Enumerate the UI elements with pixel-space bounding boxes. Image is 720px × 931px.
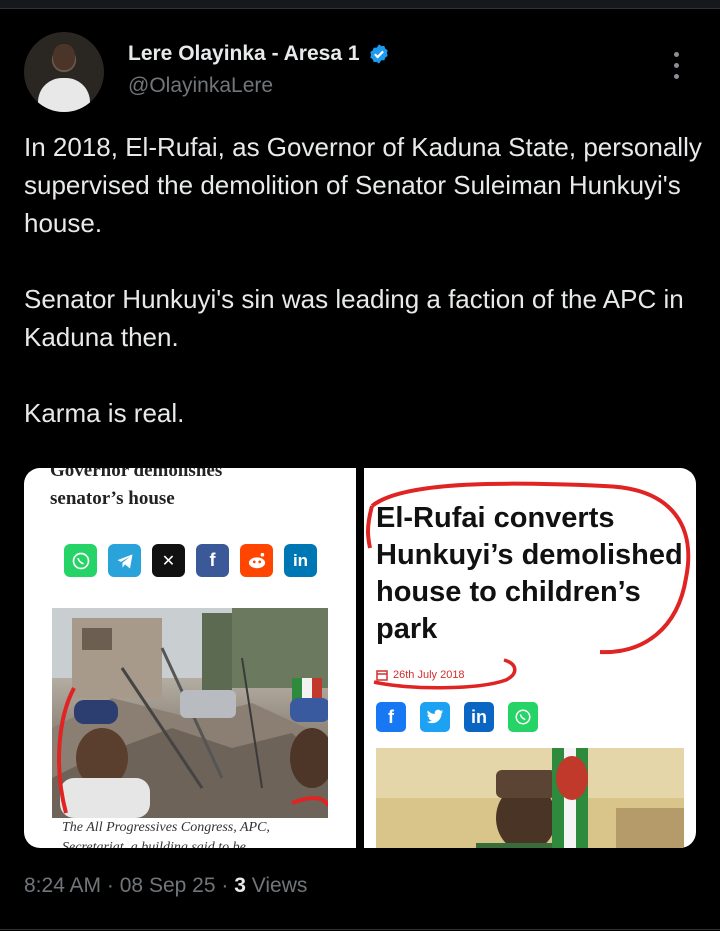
- photo-caption: The All Progressives Congress, APC, Secr…: [62, 820, 270, 848]
- article-title-cut: Governor demolishes: [50, 468, 223, 481]
- author-handle[interactable]: @OlayinkaLere: [128, 74, 273, 98]
- tweet-meta: 8:24 AM · 08 Sep 25 · 3 Views: [24, 874, 307, 898]
- avatar-shirt: [38, 78, 90, 112]
- article-headline: El-Rufai converts Hunkuyi’s demolished h…: [376, 502, 683, 645]
- bottom-divider: [0, 929, 720, 930]
- facebook-icon: f: [196, 544, 229, 577]
- media-grid: Governor demolishes senator’s house ✕ f …: [24, 468, 696, 848]
- share-icons-right: f in: [376, 702, 538, 732]
- share-icons-left: ✕ f in: [64, 544, 317, 577]
- tweet-date[interactable]: 08 Sep 25: [120, 874, 216, 897]
- date-underline-annotation: [373, 658, 517, 690]
- meta-separator: ·: [106, 874, 114, 897]
- el-rufai-photo: [376, 748, 684, 848]
- x-icon: ✕: [152, 544, 185, 577]
- author-name[interactable]: Lere Olayinka - Aresa 1: [128, 42, 360, 66]
- more-options-icon[interactable]: [674, 52, 680, 79]
- demolition-photo: [52, 608, 328, 818]
- views-count: 3: [234, 874, 246, 897]
- media-image-right[interactable]: El-Rufai converts Hunkuyi’s demolished h…: [364, 468, 696, 848]
- reddit-icon: [240, 544, 273, 577]
- media-image-left[interactable]: Governor demolishes senator’s house ✕ f …: [24, 468, 356, 848]
- tweet-paragraph: Karma is real.: [24, 398, 185, 428]
- avatar-head: [53, 44, 75, 70]
- telegram-icon: [108, 544, 141, 577]
- avatar[interactable]: [24, 32, 104, 112]
- twitter-icon: [420, 702, 450, 732]
- tweet-text: In 2018, El-Rufai, as Governor of Kaduna…: [24, 128, 704, 470]
- name-row: Lere Olayinka - Aresa 1: [128, 42, 390, 66]
- facebook-icon: f: [376, 702, 406, 732]
- meta-separator: ·: [221, 874, 229, 897]
- tweet-paragraph: Senator Hunkuyi's sin was leading a fact…: [24, 284, 684, 352]
- verified-badge-icon: [369, 44, 388, 64]
- whatsapp-icon: [64, 544, 97, 577]
- whatsapp-icon: [508, 702, 538, 732]
- top-divider: [0, 0, 720, 9]
- article-title: senator’s house: [50, 488, 175, 509]
- tweet-time[interactable]: 8:24 AM: [24, 874, 101, 897]
- tweet-header: Lere Olayinka - Aresa 1 @OlayinkaLere: [24, 32, 700, 112]
- linkedin-icon: in: [464, 702, 494, 732]
- linkedin-icon: in: [284, 544, 317, 577]
- views-label: Views: [251, 874, 308, 897]
- tweet-paragraph: In 2018, El-Rufai, as Governor of Kaduna…: [24, 132, 702, 238]
